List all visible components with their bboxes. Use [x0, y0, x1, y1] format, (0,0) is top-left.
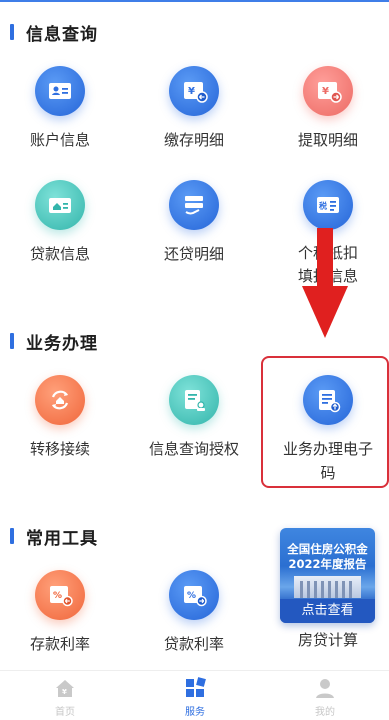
banner-line2: 2022年度报告 [288, 557, 367, 571]
tab-mine[interactable]: 我的 [260, 671, 389, 720]
yuan-withdraw-icon: ¥ [303, 66, 353, 116]
section-title: 常用工具 [26, 528, 98, 549]
home-icon: ¥ [56, 680, 74, 697]
mortgage-calculator-label[interactable]: 房贷计算 [268, 628, 388, 652]
bottom-tab-bar: ¥ 首页 服务 我的 [0, 670, 389, 720]
annual-report-banner[interactable]: 全国住房公积金 2022年度报告 点击查看 [280, 528, 375, 623]
item-label: 缴存明细 [163, 131, 224, 149]
banner-view-button[interactable]: 点击查看 [280, 599, 375, 623]
banner-line1: 全国住房公积金 [287, 542, 368, 556]
section-header-info-query: 信息查询 [10, 20, 98, 45]
tab-label: 服务 [185, 707, 205, 718]
item-label: 转移接续 [29, 440, 90, 458]
item-label: 提取明细 [297, 131, 358, 149]
id-card-icon [35, 66, 85, 116]
section-title: 业务办理 [26, 333, 98, 354]
tab-label: 我的 [315, 707, 335, 718]
repay-stack-icon [169, 180, 219, 230]
loan-rate-icon: % [169, 570, 219, 620]
user-icon [316, 679, 334, 698]
tab-service[interactable]: 服务 [130, 671, 260, 720]
highlight-box [261, 356, 389, 488]
service-grid-icon [186, 677, 206, 697]
svg-text:%: % [53, 591, 62, 601]
item-label: 还贷明细 [163, 245, 224, 263]
item-label: 贷款利率 [163, 635, 224, 653]
section-accent-bar [10, 528, 14, 544]
section-accent-bar [10, 333, 14, 349]
building-image [294, 576, 361, 598]
red-arrow-icon [302, 228, 348, 338]
svg-text:%: % [187, 591, 196, 601]
svg-text:¥: ¥ [322, 86, 329, 97]
item-label: 账户信息 [29, 131, 90, 149]
top-divider [0, 0, 389, 2]
item-label: 存款利率 [29, 635, 90, 653]
deposit-rate-icon: % [35, 570, 85, 620]
item-label: 信息查询授权 [148, 440, 239, 458]
house-card-icon [35, 180, 85, 230]
section-header-tools: 常用工具 [10, 524, 98, 549]
svg-text:税: 税 [319, 201, 327, 211]
transfer-house-icon [35, 375, 85, 425]
yuan-deposit-icon: ¥ [169, 66, 219, 116]
item-label: 贷款信息 [29, 245, 90, 263]
svg-text:¥: ¥ [188, 86, 195, 97]
tab-home[interactable]: ¥ 首页 [0, 671, 130, 720]
svg-text:¥: ¥ [62, 688, 67, 696]
section-header-business: 业务办理 [10, 329, 98, 354]
authorize-doc-icon [169, 375, 219, 425]
section-accent-bar [10, 24, 14, 40]
section-title: 信息查询 [26, 24, 98, 45]
tax-card-icon: 税 [303, 180, 353, 230]
tab-label: 首页 [55, 707, 75, 718]
